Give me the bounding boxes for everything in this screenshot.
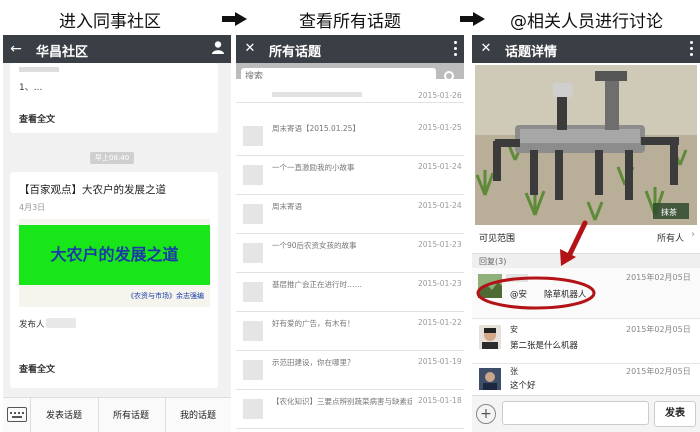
topic-date: 2015-01-25 — [418, 123, 462, 132]
topic-thumbnail — [243, 360, 263, 380]
topic-thumbnail — [243, 399, 263, 419]
snippet-line: 1、... — [19, 83, 43, 93]
topic-row[interactable]: 好有爱的广告，有木有！ 2015-01-22 — [236, 312, 464, 351]
annotation-overlay — [476, 220, 596, 310]
topic-row[interactable]: 示范田建设，你在哪里？ 2015-01-19 — [236, 351, 464, 390]
topic-row[interactable]: 一个90后农资女孩的故事 2015-01-23 — [236, 234, 464, 273]
banner-text: 大农户的发展之道 — [50, 245, 179, 264]
topic-row[interactable]: 一个一直激励我的小故事 2015-01-24 — [236, 156, 464, 195]
topic-date: 2015-01-22 — [418, 318, 462, 327]
topic-date: 2015-01-23 — [418, 240, 462, 249]
topic-date: 2015-01-24 — [418, 201, 462, 210]
keyboard-icon[interactable] — [7, 407, 27, 422]
page-title: 所有话题 — [269, 45, 322, 60]
snippet-blurred-line — [19, 67, 59, 72]
topic-title: 示范田建设，你在哪里？ — [272, 358, 355, 367]
topic-date: 2015-01-26 — [418, 91, 462, 100]
page-title: 华昌社区 — [36, 45, 89, 60]
topic-title-blurred — [272, 92, 362, 97]
post-card-previous[interactable]: 1、... 查看全文 — [10, 63, 218, 133]
topic-date: 2015-01-24 — [418, 162, 462, 171]
step2-caption: 查看所有话题 — [299, 12, 401, 32]
topic-row[interactable]: 2015-01-26 — [236, 79, 464, 103]
app-header: ← 华昌社区 — [3, 35, 231, 63]
topic-thumbnail — [243, 126, 263, 146]
topic-title: 好有爱的广告，有木有！ — [272, 319, 355, 328]
banner-subtitle: 《农资与市场》余志强编 — [127, 292, 204, 300]
topic-title: 一个一直激励我的小故事 — [272, 163, 355, 172]
bottom-nav: 发表话题 所有话题 我的话题 — [3, 397, 231, 432]
nav-all-topics[interactable]: 所有话题 — [100, 408, 162, 421]
post-title[interactable]: 【百家观点】大农户的发展之道 — [19, 182, 166, 197]
post-card[interactable]: 【百家观点】大农户的发展之道 4月3日 大农户的发展之道 《农资与市场》余志强编… — [10, 172, 218, 388]
back-arrow-icon[interactable]: ← — [7, 40, 25, 58]
post-date: 4月3日 — [19, 203, 46, 212]
topic-thumbnail — [243, 204, 263, 224]
close-icon[interactable]: ✕ — [241, 40, 259, 58]
nav-post-topic[interactable]: 发表话题 — [33, 408, 95, 421]
topic-row[interactable]: 周末寄语 2015-01-24 — [236, 195, 464, 234]
topic-date: 2015-01-18 — [418, 396, 462, 405]
post-image[interactable]: 大农户的发展之道 《农资与市场》余志强编 — [19, 219, 210, 307]
topic-date: 2015-01-23 — [418, 279, 462, 288]
more-menu-icon[interactable] — [454, 41, 458, 57]
time-badge: 早上08:40 — [90, 152, 135, 164]
arrow-right-icon — [222, 12, 248, 26]
publisher-label: 发布人 — [19, 320, 45, 330]
topic-title: 基层推广会正在进行时…… — [272, 280, 362, 289]
phone-all-topics: ✕ 所有话题 2015-01-26 周末寄语【2015.01.25】 2015-0… — [236, 35, 464, 432]
profile-icon[interactable] — [209, 40, 227, 58]
topic-row[interactable]: 周末寄语【2015.01.25】 2015-01-25 — [236, 117, 464, 156]
topic-title: 周末寄语 — [272, 202, 302, 211]
arrow-right-icon — [460, 12, 486, 26]
step1-caption: 进入同事社区 — [59, 12, 161, 32]
topic-title: 周末寄语【2015.01.25】 — [272, 124, 360, 133]
phone-community-feed: ← 华昌社区 1、... 查看全文 早上08:40 【百家观点】大农户的发展之道… — [3, 35, 231, 432]
topic-thumbnail — [243, 321, 263, 341]
app-header: ✕ 所有话题 — [236, 35, 464, 63]
nav-my-topics[interactable]: 我的话题 — [167, 408, 229, 421]
phone-topic-detail: ✕ 话题详情 抹茶 可见范围 所有人 › 回复(3) 2015年02月05日 @… — [472, 35, 700, 432]
publisher-name-blurred — [46, 318, 76, 328]
topic-row[interactable]: 【农化知识】三要点辨别蔬菜病害与缺素症 2015-01-18 — [236, 390, 464, 429]
topic-thumbnail — [243, 282, 263, 302]
step3-caption: @相关人员进行讨论 — [510, 12, 663, 32]
read-all-link[interactable]: 查看全文 — [19, 362, 55, 375]
topic-date: 2015-01-19 — [418, 357, 462, 366]
topic-title: 【农化知识】三要点辨别蔬菜病害与缺素症 — [272, 397, 412, 406]
topic-title: 一个90后农资女孩的故事 — [272, 241, 357, 250]
topic-row[interactable]: 基层推广会正在进行时…… 2015-01-23 — [236, 273, 464, 312]
topic-thumbnail — [243, 165, 263, 185]
topic-thumbnail — [243, 243, 263, 263]
read-all-link[interactable]: 查看全文 — [19, 112, 55, 125]
